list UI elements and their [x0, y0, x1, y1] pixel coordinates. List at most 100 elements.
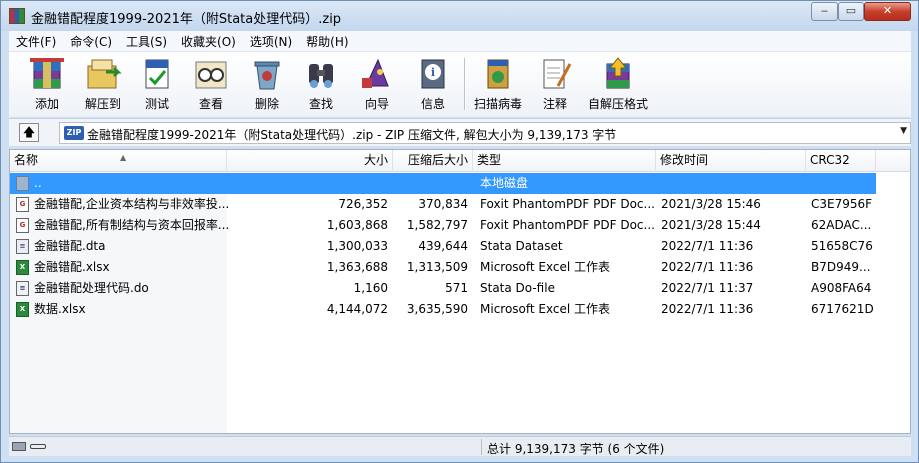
- file-type: Microsoft Excel 工作表: [480, 302, 611, 316]
- file-size: 4,144,072: [326, 302, 388, 316]
- file-size: 1,603,868: [326, 218, 388, 232]
- file-crc32: A908FA64: [811, 281, 872, 295]
- extract-to-label: 解压到: [84, 97, 121, 111]
- zip-file-icon: ZIP: [64, 126, 84, 140]
- winrar-window: 金融错配程度1999-2021年（附Stata处理代码）.zip ‒ ▭ ✕ 文…: [0, 0, 919, 463]
- file-crc32: 51658C76: [811, 239, 873, 253]
- list-item[interactable]: ≡ 金融错配.dta 1,300,033 439,644 Stata Dataset 20…: [10, 236, 876, 257]
- list-item[interactable]: ≡ 金融错配处理代码.do 1,160 571 Stata Do-file 2022/7/…: [10, 278, 876, 299]
- find-button[interactable]: 查找: [299, 56, 343, 114]
- info-button[interactable]: i 信息: [411, 56, 455, 114]
- delete-icon: [254, 61, 280, 90]
- pdf-file-icon: G: [16, 197, 29, 212]
- menu-commands[interactable]: 命令(C): [63, 31, 119, 51]
- minimize-button[interactable]: ‒: [811, 2, 838, 21]
- path-combobox[interactable]: ZIP 金融错配程度1999-2021年（附Stata处理代码）.zip - Z…: [59, 122, 911, 144]
- dta-file-icon: ≡: [16, 239, 29, 254]
- status-summary: 总计 9,139,173 字节 (6 个文件): [487, 442, 665, 456]
- view-button[interactable]: 查看: [189, 56, 233, 114]
- find-label: 查找: [308, 97, 333, 111]
- comment-icon: [543, 59, 572, 89]
- test-icon: [145, 59, 169, 89]
- delete-label: 删除: [254, 97, 279, 111]
- svg-text:i: i: [431, 66, 435, 79]
- file-type: Stata Dataset: [480, 239, 563, 253]
- comment-label: 注释: [542, 97, 567, 111]
- do-file-icon: ≡: [16, 281, 29, 296]
- winrar-app-icon: [9, 8, 25, 24]
- list-item[interactable]: X 数据.xlsx 4,144,072 3,635,590 Microsoft Exce…: [10, 299, 876, 320]
- file-modified: 2022/7/1 11:37: [661, 281, 754, 295]
- add-archive-icon: [30, 58, 64, 89]
- file-size: [220, 173, 388, 194]
- file-type: 本地磁盘: [480, 176, 529, 190]
- file-modified: [661, 173, 806, 194]
- menu-options[interactable]: 选项(N): [243, 31, 299, 51]
- column-name-label: 名称: [14, 153, 39, 167]
- column-packed-size[interactable]: 压缩后大小: [393, 150, 473, 172]
- pdf-file-icon: G: [16, 218, 29, 233]
- drive-icon[interactable]: [12, 442, 26, 451]
- extract-to-button[interactable]: 解压到: [79, 56, 127, 114]
- file-modified: 2022/7/1 11:36: [661, 302, 754, 316]
- wizard-label: 向导: [364, 97, 389, 111]
- file-packed-size: 3,635,590: [406, 302, 468, 316]
- file-crc32: [811, 173, 875, 194]
- virus-scan-icon: [487, 59, 509, 89]
- column-crc32[interactable]: CRC32: [806, 150, 876, 172]
- xls-file-icon: X: [16, 260, 29, 275]
- wizard-icon: [362, 58, 389, 88]
- menu-file[interactable]: 文件(F): [9, 31, 63, 51]
- info-label: 信息: [420, 97, 445, 111]
- file-crc32: B7D949...: [811, 260, 871, 274]
- virus-scan-button[interactable]: 扫描病毒: [471, 56, 525, 114]
- menu-help[interactable]: 帮助(H): [299, 31, 355, 51]
- file-name: 数据.xlsx: [34, 302, 86, 316]
- file-modified: 2022/7/1 11:36: [661, 239, 754, 253]
- file-packed-size: 370,834: [418, 197, 468, 211]
- sort-ascending-icon: ▲: [120, 153, 127, 162]
- virus-scan-label: 扫描病毒: [473, 97, 522, 111]
- file-name: ..: [34, 176, 42, 190]
- maximize-button[interactable]: ▭: [838, 2, 864, 21]
- extract-to-icon: [87, 59, 122, 89]
- file-size: 1,363,688: [326, 260, 388, 274]
- up-one-level-button[interactable]: 🡅: [19, 123, 39, 142]
- column-type[interactable]: 类型: [473, 150, 656, 172]
- key-icon[interactable]: [30, 444, 46, 449]
- list-item[interactable]: G 金融错配,所有制结构与资本回报率... 1,603,868 1,582,797 Fo…: [10, 215, 876, 236]
- add-label: 添加: [34, 97, 59, 111]
- status-bar: 总计 9,139,173 字节 (6 个文件): [9, 436, 911, 456]
- file-size: 1,160: [353, 281, 388, 295]
- file-crc32: 6717621D: [811, 302, 874, 316]
- file-type: Foxit PhantomPDF PDF Doc...: [480, 218, 655, 232]
- title-bar[interactable]: 金融错配程度1999-2021年（附Stata处理代码）.zip ‒ ▭ ✕: [1, 1, 918, 31]
- sfx-button[interactable]: 自解压格式: [585, 56, 651, 114]
- column-modified[interactable]: 修改时间: [656, 150, 806, 172]
- column-name[interactable]: 名称 ▲: [10, 150, 227, 172]
- file-modified: 2021/3/28 15:44: [661, 218, 761, 232]
- file-name: 金融错配,所有制结构与资本回报率...: [34, 218, 229, 232]
- menu-tools[interactable]: 工具(S): [119, 31, 174, 51]
- file-modified: 2021/3/28 15:46: [661, 197, 761, 211]
- sfx-icon: [606, 57, 630, 89]
- sfx-label: 自解压格式: [587, 97, 648, 111]
- test-button[interactable]: 测试: [135, 56, 179, 114]
- list-item[interactable]: G 金融错配,企业资本结构与非效率投... 726,352 370,834 Foxit …: [10, 194, 876, 215]
- delete-button[interactable]: 删除: [245, 56, 289, 114]
- file-name: 金融错配,企业资本结构与非效率投...: [34, 197, 229, 211]
- file-type: Stata Do-file: [480, 281, 555, 295]
- menu-favorites[interactable]: 收藏夹(O): [174, 31, 243, 51]
- list-item-parent-folder[interactable]: .. 本地磁盘: [10, 173, 876, 194]
- list-item[interactable]: X 金融错配.xlsx 1,363,688 1,313,509 Microsoft Ex…: [10, 257, 876, 278]
- comment-button[interactable]: 注释: [533, 56, 577, 114]
- file-list[interactable]: 名称 ▲ 大小 压缩后大小 类型 修改时间 CRC32 .. 本地磁盘 G 金融错配,…: [9, 149, 911, 434]
- file-size: 1,300,033: [326, 239, 388, 253]
- up-arrow-icon: 🡅: [22, 125, 36, 139]
- view-icon: [195, 61, 227, 89]
- column-size[interactable]: 大小: [227, 150, 393, 172]
- wizard-button[interactable]: 向导: [355, 56, 399, 114]
- close-button[interactable]: ✕: [864, 2, 911, 21]
- chevron-down-icon[interactable]: ▼: [900, 126, 907, 136]
- add-button[interactable]: 添加: [23, 56, 71, 114]
